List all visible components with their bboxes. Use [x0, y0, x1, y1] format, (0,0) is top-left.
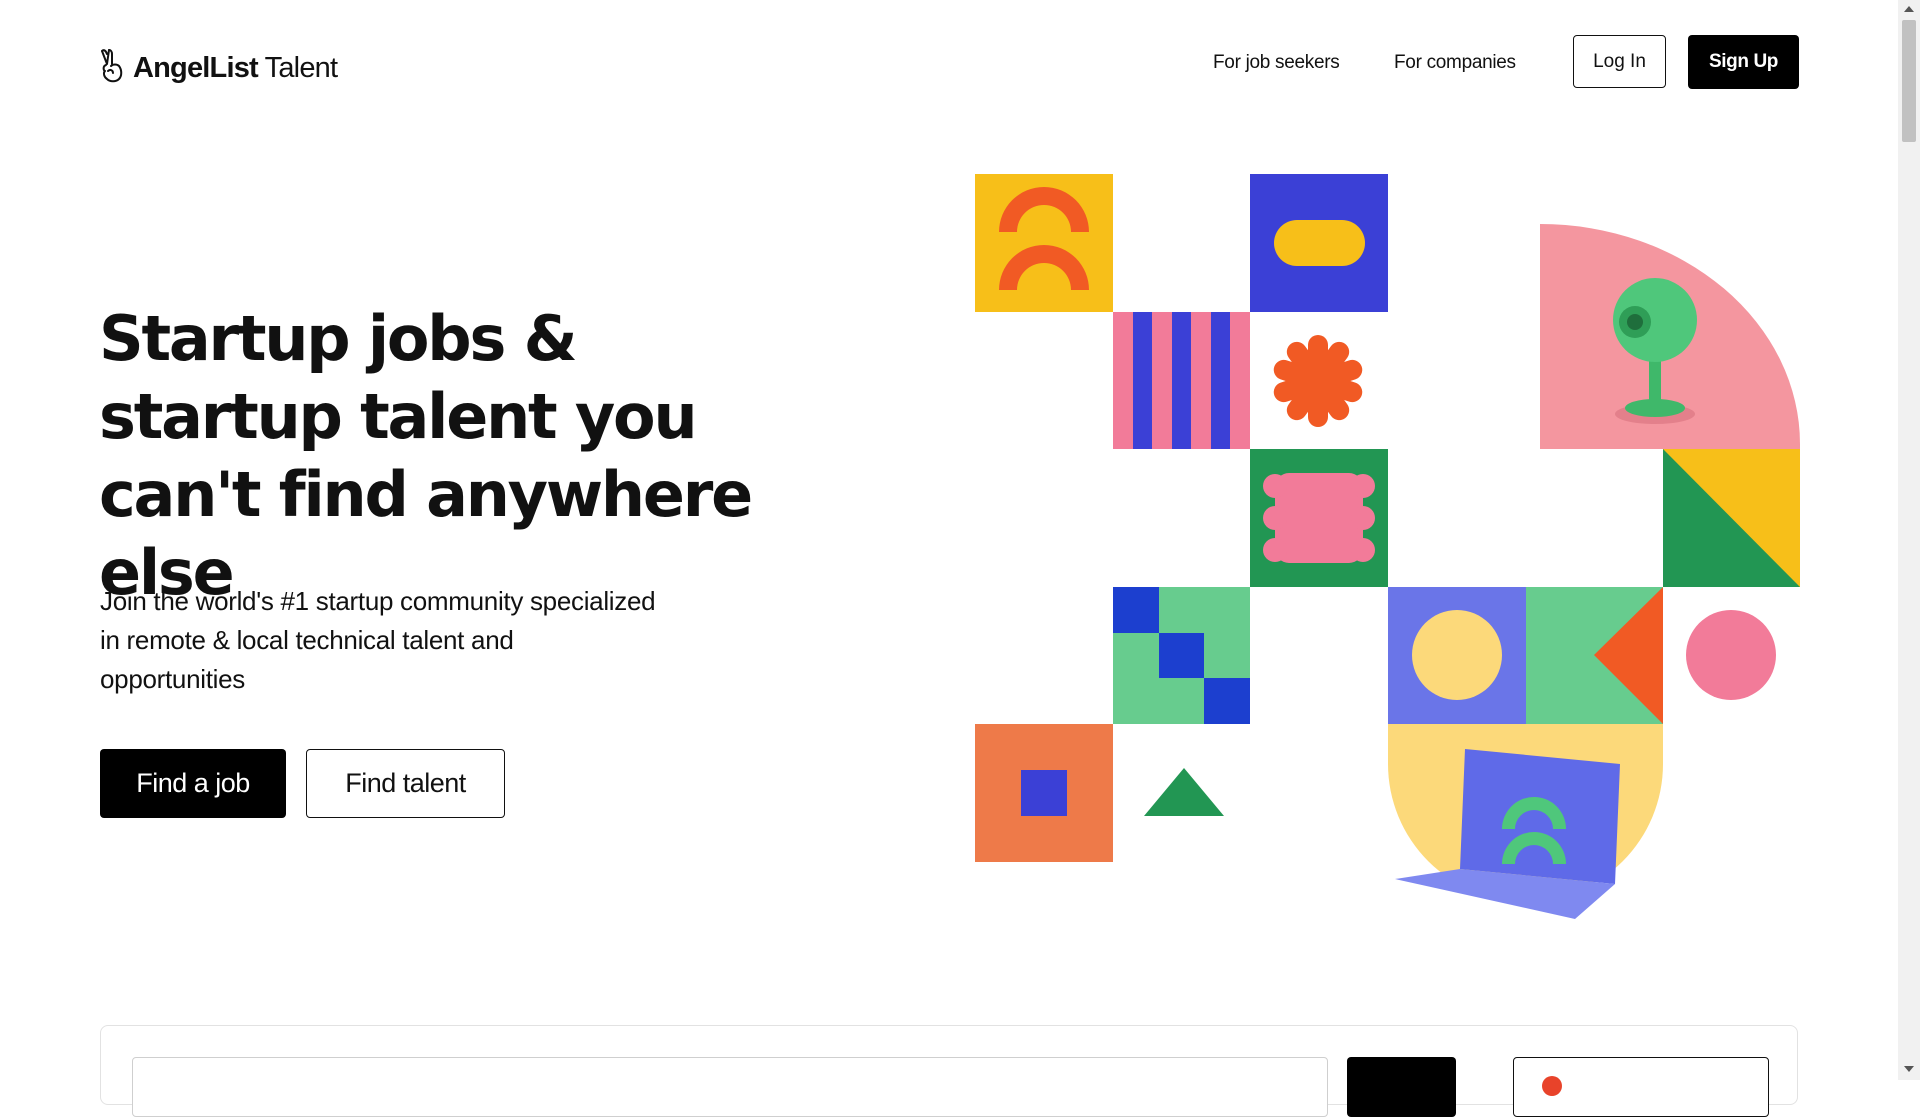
scroll-up-arrow-icon[interactable] — [1904, 6, 1914, 12]
asterisk-icon — [1273, 335, 1363, 427]
hero-subtitle: Join the world's #1 startup community sp… — [100, 586, 656, 694]
nav-for-companies[interactable]: For companies — [1394, 52, 1516, 74]
checkerboard-icon — [1113, 587, 1250, 724]
circle-icon — [1388, 587, 1526, 724]
login-button[interactable]: Log In — [1573, 35, 1666, 88]
search-button[interactable] — [1347, 1057, 1456, 1117]
scroll-down-arrow-icon[interactable] — [1904, 1066, 1914, 1072]
hero-title: Startup jobs & startup talent you can't … — [99, 302, 753, 609]
find-talent-button[interactable]: Find talent — [306, 749, 505, 818]
pill-icon — [1250, 174, 1388, 312]
signup-button[interactable]: Sign Up — [1688, 35, 1799, 89]
webcam-icon — [1540, 224, 1800, 449]
search-input[interactable] — [132, 1057, 1328, 1117]
nav-for-job-seekers[interactable]: For job seekers — [1213, 52, 1340, 74]
brand-logo[interactable]: AngelList Talent — [99, 48, 338, 89]
laptop-icon — [1388, 724, 1663, 919]
hero-illustration — [975, 174, 1800, 924]
find-job-button[interactable]: Find a job — [100, 749, 286, 818]
victory-hand-icon — [99, 48, 125, 89]
brand-name: AngelList Talent — [133, 52, 338, 84]
scrollbar[interactable] — [1898, 0, 1920, 1080]
stripes-icon — [1113, 312, 1250, 449]
location-select[interactable] — [1513, 1057, 1769, 1117]
scroll-thumb[interactable] — [1902, 20, 1916, 142]
triangle-icon — [1663, 449, 1800, 587]
double-arch-icon — [975, 174, 1113, 312]
location-pin-icon — [1542, 1076, 1562, 1096]
search-panel — [100, 1025, 1798, 1117]
wavy-blob-icon — [1250, 449, 1388, 587]
site-header: AngelList Talent For job seekers For com… — [0, 0, 1898, 125]
